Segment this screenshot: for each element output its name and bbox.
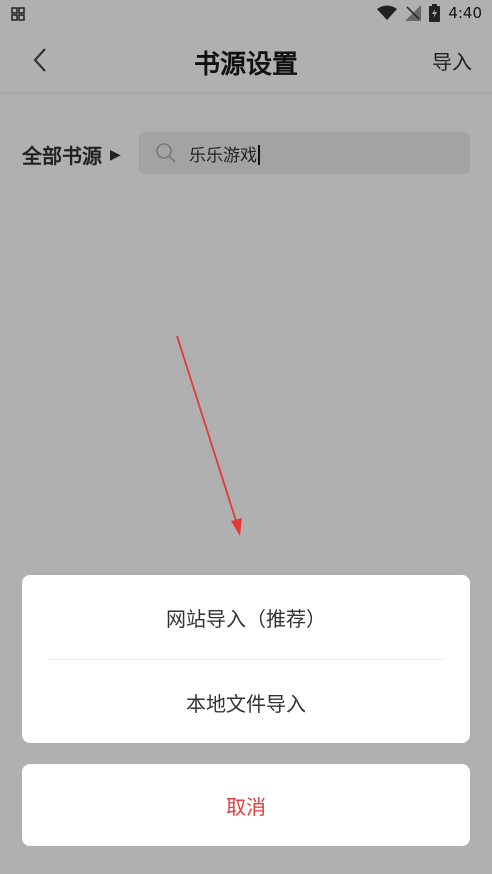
wifi-icon: [377, 5, 398, 20]
cancel-button[interactable]: 取消: [22, 764, 470, 846]
status-bar: 4:40: [0, 0, 492, 28]
signal-icon: [405, 5, 422, 21]
page-title: 书源设置: [193, 50, 298, 80]
category-label: 全部书源: [22, 144, 102, 168]
triangle-right-icon: ▶: [110, 146, 121, 163]
app-notification-icon: [11, 7, 25, 21]
search-value: 乐乐游戏: [189, 141, 260, 166]
import-from-website-option[interactable]: 网站导入（推荐）: [22, 575, 470, 659]
battery-icon: [429, 4, 441, 22]
app-header: 书源设置 导入: [0, 28, 492, 92]
status-time: 4:40: [448, 4, 482, 22]
category-dropdown[interactable]: 全部书源 ▶: [22, 140, 121, 169]
import-local-file-option[interactable]: 本地文件导入: [22, 660, 470, 743]
import-options-sheet: 网站导入（推荐） 本地文件导入: [22, 575, 470, 743]
search-input[interactable]: 乐乐游戏: [139, 132, 470, 174]
import-button[interactable]: 导入: [432, 46, 472, 75]
text-caret: [258, 145, 260, 165]
filter-row: 全部书源 ▶ 乐乐游戏: [0, 132, 492, 174]
search-icon: [156, 143, 176, 163]
